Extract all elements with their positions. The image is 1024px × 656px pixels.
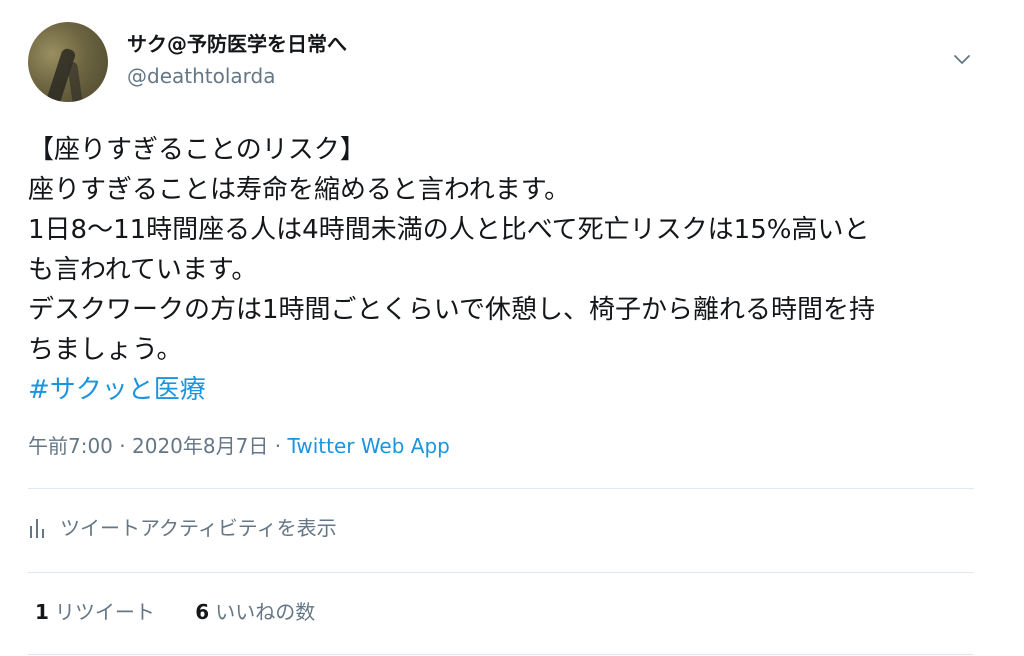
likes-label: いいねの数 bbox=[215, 600, 316, 624]
view-activity-label: ツイートアクティビティを表示 bbox=[60, 516, 337, 540]
tweet-text-line: 【座りすぎることのリスク】 bbox=[28, 135, 366, 165]
tweet-source-link[interactable]: Twitter Web App bbox=[287, 434, 449, 458]
likes-stat[interactable]: 6 いいねの数 bbox=[195, 598, 315, 626]
divider bbox=[28, 654, 974, 655]
avatar-figure-shadow bbox=[66, 61, 84, 102]
tweet-meta: 午前7:00 · 2020年8月7日 · Twitter Web App bbox=[28, 432, 450, 460]
tweet-date[interactable]: 2020年8月7日 bbox=[132, 434, 268, 458]
bar-chart-icon bbox=[30, 519, 44, 538]
tweet-text-line: 座りすぎることは寿命を縮めると言われます。 bbox=[28, 175, 571, 205]
meta-separator: · bbox=[274, 434, 282, 458]
avatar[interactable] bbox=[28, 22, 108, 102]
tweet-text-line: ちましょう。 bbox=[28, 335, 183, 365]
tweet-text-line: も言われています。 bbox=[28, 255, 258, 285]
hashtag-link[interactable]: #サクッと医療 bbox=[28, 370, 988, 410]
author-display-name[interactable]: サク@予防医学を日常へ bbox=[127, 30, 347, 58]
divider bbox=[28, 572, 974, 573]
tweet-text: 【座りすぎることのリスク】 座りすぎることは寿命を縮めると言われます。 1日8〜… bbox=[28, 130, 988, 410]
likes-count: 6 bbox=[195, 600, 210, 624]
retweets-count: 1 bbox=[35, 600, 49, 624]
tweet-text-line: 1日8〜11時間座る人は4時間未満の人と比べて死亡リスクは15%高いと bbox=[28, 215, 870, 245]
tweet-time[interactable]: 午前7:00 bbox=[28, 434, 113, 458]
view-activity-link[interactable]: ツイートアクティビティを表示 bbox=[28, 514, 337, 542]
tweet-text-line: デスクワークの方は1時間ごとくらいで休憩し、椅子から離れる時間を持 bbox=[28, 295, 875, 325]
tweet-menu-button[interactable] bbox=[950, 50, 974, 70]
divider bbox=[28, 488, 974, 489]
meta-separator: · bbox=[119, 434, 126, 458]
retweets-label: リツイート bbox=[54, 600, 155, 624]
retweets-stat[interactable]: 1 リツイート bbox=[35, 598, 155, 626]
tweet-stats: 1 リツイート 6 いいねの数 bbox=[35, 598, 315, 626]
author-handle[interactable]: @deathtolarda bbox=[127, 62, 276, 90]
tweet-card: サク@予防医学を日常へ @deathtolarda 【座りすぎることのリスク】 … bbox=[0, 0, 1024, 656]
chevron-down-icon bbox=[954, 55, 970, 64]
